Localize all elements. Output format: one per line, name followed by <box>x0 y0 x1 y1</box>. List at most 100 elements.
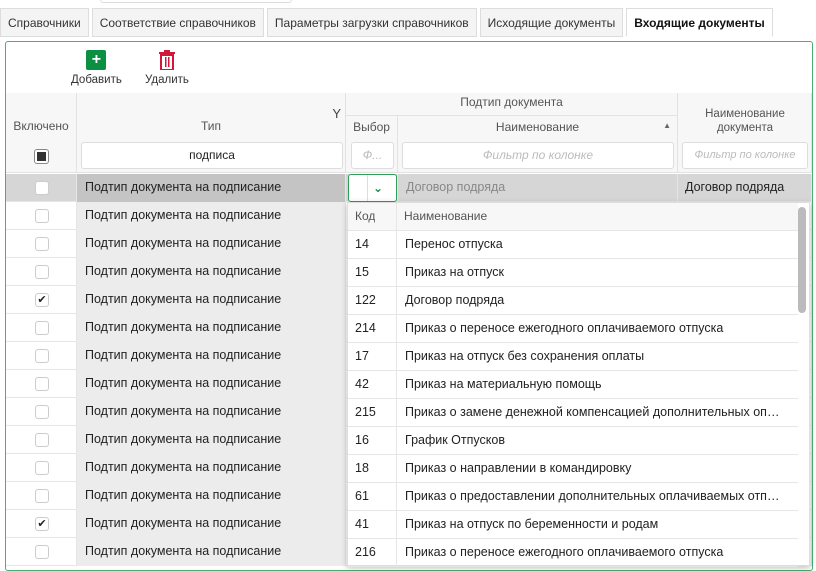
table-row-selected[interactable]: Подтип документа на подписание ⌄ Договор… <box>6 174 812 202</box>
row-checkbox[interactable] <box>35 181 49 195</box>
type-cell: Подтип документа на подписание <box>77 510 346 538</box>
dropdown-name-header: Наименование <box>396 203 487 230</box>
type-filter-input[interactable]: подписа <box>81 142 343 169</box>
tab-directory-load-params[interactable]: Параметры загрузки справочников <box>266 8 477 37</box>
enabled-cell <box>6 174 77 202</box>
dropdown-option[interactable]: 16 График Отпусков <box>348 427 798 455</box>
enabled-cell <box>6 482 77 510</box>
option-name: Приказ на отпуск без сохранения оплаты <box>396 343 784 370</box>
option-code: 15 <box>355 265 369 279</box>
type-cell: Подтип документа на подписание <box>77 538 346 566</box>
header-name-label: Наименование <box>495 120 580 134</box>
tab-outgoing-documents[interactable]: Исходящие документы <box>479 8 624 37</box>
dropdown-option[interactable]: 14 Перенос отпуска <box>348 231 798 259</box>
tab-directories[interactable]: Справочники <box>0 8 89 37</box>
type-cell: Подтип документа на подписание <box>77 482 346 510</box>
type-cell: Подтип документа на подписание <box>77 202 346 230</box>
subtype-dropdown-list: Код Наименование 14 Перенос отпуска 15 П… <box>347 202 810 567</box>
row-checkbox[interactable] <box>35 237 49 251</box>
tab-incoming-documents[interactable]: Входящие документы <box>626 8 773 37</box>
type-cell: Подтип документа на подписание <box>77 174 346 202</box>
option-name: Приказ о предоставлении дополнительных о… <box>396 483 784 510</box>
dropdown-option[interactable]: 17 Приказ на отпуск без сохранения оплат… <box>348 343 798 371</box>
option-code: 18 <box>355 461 369 475</box>
row-checkbox[interactable] <box>35 405 49 419</box>
dropdown-option[interactable]: 41 Приказ на отпуск по беременности и ро… <box>348 511 798 539</box>
option-code: 41 <box>355 517 369 531</box>
dropdown-option[interactable]: 216 Приказ о переносе ежегодного оплачив… <box>348 539 798 567</box>
type-cell: Подтип документа на подписание <box>77 342 346 370</box>
row-checkbox[interactable] <box>35 209 49 223</box>
row-checkbox[interactable] <box>35 265 49 279</box>
option-code: 42 <box>355 377 369 391</box>
header-doc-name[interactable]: Наименование документа Фильтр по колонке <box>678 93 812 173</box>
dropdown-option[interactable]: 42 Приказ на материальную помощь <box>348 371 798 399</box>
enabled-cell <box>6 454 77 482</box>
header-enabled-label: Включено <box>13 119 69 133</box>
dropdown-option[interactable]: 214 Приказ о переносе ежегодного оплачив… <box>348 315 798 343</box>
enabled-cell <box>6 342 77 370</box>
header-choice[interactable]: Выбор Ф... <box>346 116 398 173</box>
row-checkbox[interactable] <box>35 489 49 503</box>
type-cell: Подтип документа на подписание <box>77 454 346 482</box>
doc-name-filter-input[interactable]: Фильтр по колонке <box>682 142 808 169</box>
dropdown-header: Код Наименование <box>348 203 798 231</box>
row-checkbox[interactable] <box>35 433 49 447</box>
enabled-cell <box>6 398 77 426</box>
dropdown-option[interactable]: 61 Приказ о предоставлении дополнительны… <box>348 483 798 511</box>
dropdown-scrollbar[interactable] <box>798 207 806 313</box>
option-name: Приказ о переносе ежегодного оплачиваемо… <box>396 315 784 342</box>
header-enabled[interactable]: Включено <box>6 93 77 173</box>
dropdown-option[interactable]: 122 Договор подряда <box>348 287 798 315</box>
enabled-cell: ✔ <box>6 510 77 538</box>
option-code: 216 <box>355 545 376 559</box>
option-name: Приказ о переносе ежегодного оплачиваемо… <box>396 539 784 566</box>
row-checkbox[interactable] <box>35 377 49 391</box>
top-bar <box>0 0 816 6</box>
add-button[interactable]: + Добавить <box>71 50 122 86</box>
choice-cell: ⌄ <box>346 174 398 202</box>
enabled-cell <box>6 258 77 286</box>
type-cell: Подтип документа на подписание <box>77 314 346 342</box>
row-checkbox[interactable] <box>35 545 49 559</box>
row-checkbox[interactable]: ✔ <box>35 517 49 531</box>
option-name: Перенос отпуска <box>396 231 784 258</box>
header-subtype-group: Подтип документа <box>346 93 678 116</box>
row-checkbox[interactable] <box>35 349 49 363</box>
delete-button[interactable]: Удалить <box>145 50 189 86</box>
option-name: Приказ на материальную помощь <box>396 371 784 398</box>
doc-name-cell: Договор подряда <box>678 174 812 202</box>
tab-directory-mapping[interactable]: Соответствие справочников <box>91 8 264 37</box>
select-all-checkbox[interactable] <box>34 149 49 164</box>
option-code: 122 <box>355 293 376 307</box>
dropdown-code-header: Код <box>355 209 376 223</box>
enabled-cell: ✔ <box>6 286 77 314</box>
enabled-cell <box>6 314 77 342</box>
option-name: Договор подряда <box>396 287 784 314</box>
option-name: Приказ о замене денежной компенсацией до… <box>396 399 784 426</box>
row-checkbox[interactable]: ✔ <box>35 293 49 307</box>
trash-icon <box>157 50 177 70</box>
header-name[interactable]: Наименование ▲ Фильтр по колонке <box>398 116 678 173</box>
option-code: 14 <box>355 237 369 251</box>
sort-asc-icon[interactable]: ▲ <box>663 121 671 130</box>
option-code: 16 <box>355 433 369 447</box>
choice-dropdown[interactable]: ⌄ <box>348 174 397 202</box>
filter-icon[interactable]: Y <box>332 106 341 121</box>
option-code: 61 <box>355 489 369 503</box>
enabled-cell <box>6 538 77 566</box>
dropdown-option[interactable]: 15 Приказ на отпуск <box>348 259 798 287</box>
option-name: Приказ на отпуск по беременности и родам <box>396 511 784 538</box>
header-type[interactable]: Тип Y подписа <box>77 93 346 173</box>
row-checkbox[interactable] <box>35 321 49 335</box>
add-label: Добавить <box>71 74 122 86</box>
option-name: График Отпусков <box>396 427 784 454</box>
name-filter-input[interactable]: Фильтр по колонке <box>402 142 674 169</box>
choice-filter-input[interactable]: Ф... <box>351 142 394 169</box>
dropdown-option[interactable]: 18 Приказ о направлении в командировку <box>348 455 798 483</box>
dropdown-option[interactable]: 215 Приказ о замене денежной компенсацие… <box>348 399 798 427</box>
name-cell: Договор подряда <box>398 174 678 202</box>
tab-bar: Справочники Соответствие справочников Па… <box>0 8 773 37</box>
top-input[interactable] <box>100 0 292 3</box>
row-checkbox[interactable] <box>35 461 49 475</box>
